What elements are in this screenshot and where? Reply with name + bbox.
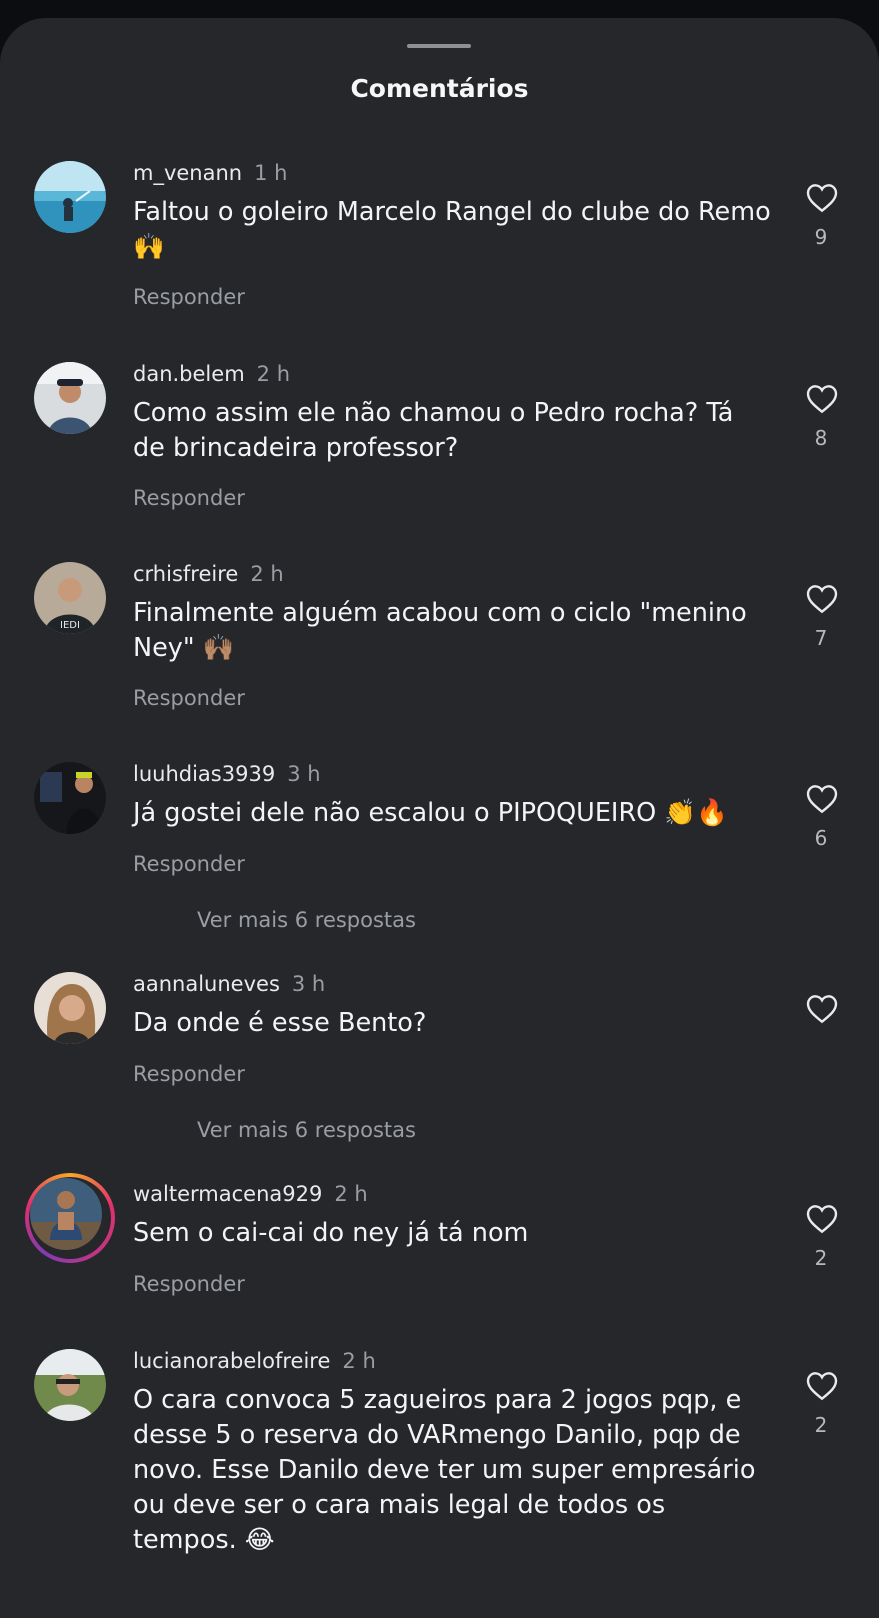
avatar[interactable] bbox=[34, 161, 106, 233]
heart-outline-icon[interactable] bbox=[806, 1371, 838, 1401]
username[interactable]: aannaluneves bbox=[133, 972, 280, 996]
username[interactable]: luuhdias3939 bbox=[133, 762, 275, 786]
heart-outline-icon[interactable] bbox=[806, 1204, 838, 1234]
heart-outline-icon[interactable] bbox=[806, 183, 838, 213]
comment-meta: lucianorabelofreire 2 h bbox=[133, 1349, 376, 1373]
timestamp: 2 h bbox=[256, 362, 291, 386]
reply-button[interactable]: Responder bbox=[133, 686, 245, 710]
comment-text: Finalmente alguém acabou com o ciclo "me… bbox=[133, 598, 747, 663]
avatar[interactable] bbox=[34, 362, 106, 434]
timestamp: 2 h bbox=[342, 1349, 376, 1373]
comments-sheet: Comentários m_venann 1 h Faltou o goleiro… bbox=[0, 18, 879, 1618]
comment-meta: waltermacena929 2 h bbox=[133, 1182, 368, 1206]
like-count: 7 bbox=[814, 626, 828, 650]
username[interactable]: m_venann bbox=[133, 161, 242, 185]
view-more-replies-button[interactable]: Ver mais 6 respostas bbox=[137, 1118, 416, 1142]
reply-button[interactable]: Responder bbox=[133, 486, 245, 510]
timestamp: 3 h bbox=[287, 762, 321, 786]
avatar[interactable] bbox=[34, 1349, 106, 1421]
timestamp: 2 h bbox=[334, 1182, 368, 1206]
avatar[interactable]: IEDI bbox=[34, 562, 106, 634]
reply-button[interactable]: Responder bbox=[133, 852, 245, 876]
comment-meta: aannaluneves 3 h bbox=[133, 972, 325, 996]
heart-outline-icon[interactable] bbox=[806, 994, 838, 1024]
timestamp: 1 h bbox=[254, 161, 288, 185]
svg-text:IEDI: IEDI bbox=[60, 620, 80, 631]
comment-text: Já gostei dele não escalou o PIPOQUEIRO … bbox=[133, 798, 728, 828]
comment-meta: dan.belem 2 h bbox=[133, 362, 290, 386]
like-count: 2 bbox=[814, 1246, 828, 1270]
avatar bbox=[30, 1178, 102, 1250]
drag-handle[interactable] bbox=[407, 44, 471, 48]
comment-meta: crhisfreire 2 h bbox=[133, 562, 284, 586]
view-more-replies-button[interactable]: Ver mais 6 respostas bbox=[137, 908, 416, 932]
comment-meta: m_venann 1 h bbox=[133, 161, 287, 185]
like-count: 2 bbox=[814, 1413, 828, 1437]
username[interactable]: crhisfreire bbox=[133, 562, 238, 586]
timestamp: 3 h bbox=[291, 972, 326, 996]
heart-outline-icon[interactable] bbox=[806, 384, 838, 414]
username[interactable]: dan.belem bbox=[133, 362, 245, 386]
reply-button[interactable]: Responder bbox=[133, 1062, 245, 1086]
heart-outline-icon[interactable] bbox=[806, 584, 838, 614]
comment-text: Da onde é esse Bento? bbox=[133, 1008, 427, 1038]
reply-button[interactable]: Responder bbox=[133, 1272, 245, 1296]
username[interactable]: lucianorabelofreire bbox=[133, 1349, 330, 1373]
username[interactable]: waltermacena929 bbox=[133, 1182, 322, 1206]
avatar-story-ring[interactable] bbox=[25, 1173, 115, 1263]
comment-meta: luuhdias3939 3 h bbox=[133, 762, 321, 786]
heart-outline-icon[interactable] bbox=[806, 784, 838, 814]
timestamp: 2 h bbox=[250, 562, 284, 586]
comment-text: Como assim ele não chamou o Pedro rocha?… bbox=[133, 398, 734, 463]
sheet-title: Comentários bbox=[350, 74, 529, 103]
comment-text: Faltou o goleiro Marcelo Rangel do clube… bbox=[133, 197, 771, 262]
like-count: 8 bbox=[814, 426, 828, 450]
like-count: 9 bbox=[814, 225, 828, 249]
avatar[interactable] bbox=[34, 972, 106, 1044]
like-count: 6 bbox=[814, 826, 828, 850]
reply-button[interactable]: Responder bbox=[133, 285, 245, 309]
comment-text: O cara convoca 5 zagueiros para 2 jogos … bbox=[133, 1385, 756, 1555]
comment-text: Sem o cai-cai do ney já tá nom bbox=[133, 1218, 529, 1248]
avatar[interactable] bbox=[34, 762, 106, 834]
